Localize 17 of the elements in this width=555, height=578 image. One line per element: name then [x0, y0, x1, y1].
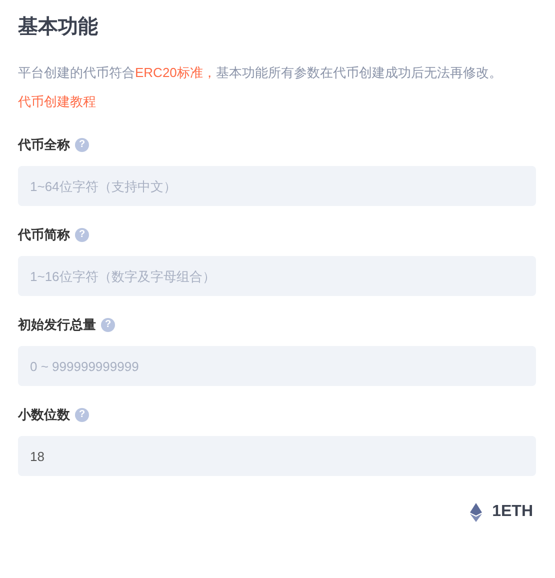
help-icon[interactable]: ?: [101, 318, 115, 332]
text-field[interactable]: 1~64位字符（支持中文）: [18, 166, 536, 206]
field-label: 代币简称: [18, 226, 70, 244]
field-label: 小数位数: [18, 406, 70, 424]
help-icon[interactable]: ?: [75, 228, 89, 242]
field-label: 初始发行总量: [18, 316, 96, 334]
description-text: 平台创建的代币符合ERC20标准，基本功能所有参数在代币创建成功后无法再修改。 代币创建教程: [18, 64, 503, 111]
ethereum-icon: [470, 502, 482, 522]
fee-amount: 1ETH: [492, 502, 533, 522]
tutorial-link[interactable]: 代币创建教程: [18, 94, 96, 109]
text-field[interactable]: 0 ~ 999999999999: [18, 346, 536, 386]
help-icon[interactable]: ?: [75, 138, 89, 152]
section-title: 基本功能: [18, 15, 99, 40]
field-label: 代币全称: [18, 136, 70, 154]
text-field[interactable]: 18: [18, 436, 536, 476]
help-icon[interactable]: ?: [75, 408, 89, 422]
text-field[interactable]: 1~16位字符（数字及字母组合）: [18, 256, 536, 296]
